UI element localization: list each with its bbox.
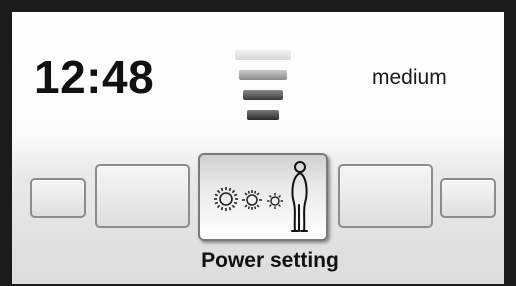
power-level-person-icon: [214, 161, 308, 232]
power-setting-tile[interactable]: [198, 153, 328, 241]
carousel-tile-right[interactable]: [338, 164, 433, 228]
power-level-label: medium: [372, 66, 447, 89]
heat-large-icon: [214, 187, 238, 211]
power-level-bar-1: [235, 50, 291, 60]
power-level-bar-4: [247, 110, 279, 120]
power-level-indicator-icon: [233, 46, 293, 126]
heat-medium-icon: [242, 190, 262, 210]
display-screen: 12:48 medium Power setting: [0, 0, 516, 286]
person-icon: [291, 161, 308, 232]
power-level-bar-3: [243, 90, 283, 100]
carousel-tile-far-left[interactable]: [30, 178, 86, 218]
clock-time: 12:48: [34, 51, 155, 103]
carousel-tile-far-right[interactable]: [440, 178, 496, 218]
power-level-bar-2: [239, 70, 287, 80]
heat-small-icon: [267, 193, 283, 209]
carousel-tile-left[interactable]: [95, 164, 190, 228]
selected-tile-label: Power setting: [201, 249, 339, 272]
